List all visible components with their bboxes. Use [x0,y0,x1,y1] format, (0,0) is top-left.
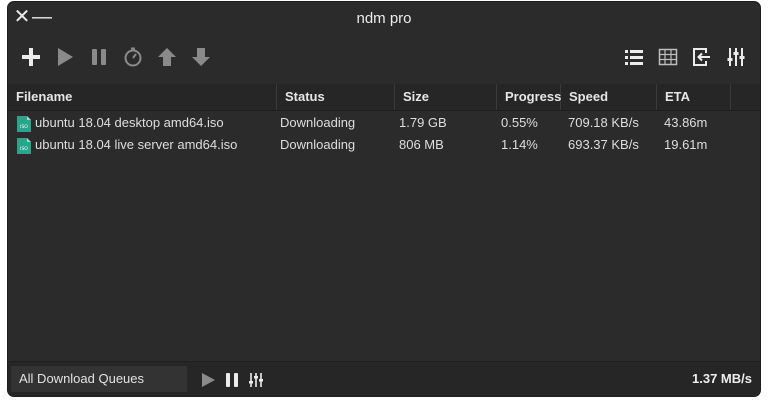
queue-pause-button[interactable] [223,371,241,389]
play-icon [202,373,215,387]
add-icon [22,48,40,66]
export-icon [693,48,710,66]
iso-file-icon: ISO [17,138,31,154]
row-size: 806 MB [399,137,444,152]
row-progress: 1.14% [501,137,538,152]
table-row[interactable]: ISO ubuntu 18.04 live server amd64.iso D… [8,134,760,156]
window-title: ndm pro [356,10,412,27]
row-speed: 709.18 KB/s [568,115,639,130]
grid-view-button[interactable] [655,44,681,70]
status-bar: All Download Queues 1.37 MB/s [8,361,760,396]
queue-settings-button[interactable] [247,371,265,389]
pause-button[interactable] [86,44,112,70]
pause-icon [226,373,238,387]
row-filename: ubuntu 18.04 live server amd64.iso [35,137,238,152]
column-header-extra [731,84,760,110]
move-down-button[interactable] [188,44,214,70]
move-up-button[interactable] [154,44,180,70]
row-eta: 19.61m [664,137,708,152]
column-header-eta[interactable]: ETA [657,84,731,110]
timer-icon [124,47,142,67]
move-up-icon [158,48,176,66]
row-status: Downloading [280,137,356,152]
column-header-status[interactable]: Status [277,84,395,110]
row-size: 1.79 GB [399,115,447,130]
play-icon [58,48,73,66]
svg-text:ISO: ISO [20,124,28,130]
svg-text:ISO: ISO [20,146,28,152]
iso-file-icon: ISO [17,116,31,132]
queue-start-button[interactable] [199,371,217,389]
settings-sliders-icon [727,48,745,66]
row-status: Downloading [280,115,356,130]
app-window: ✕ — ndm pro Filename Status Size Progres… [8,2,760,396]
column-header-speed[interactable]: Speed [561,84,657,110]
column-header-filename[interactable]: Filename [8,84,277,110]
toolbar [8,38,760,78]
column-header-progress[interactable]: Progress [497,84,561,110]
row-eta: 43.86m [664,115,708,130]
row-filename: ubuntu 18.04 desktop amd64.iso [35,115,224,130]
row-speed: 693.37 KB/s [568,137,639,152]
preferences-button[interactable] [723,44,749,70]
add-download-button[interactable] [18,44,44,70]
export-button[interactable] [689,44,715,70]
queue-selector[interactable]: All Download Queues [11,366,187,392]
column-header-size[interactable]: Size [395,84,497,110]
grid-view-icon [658,48,678,66]
scheduler-button[interactable] [120,44,146,70]
title-bar: ✕ — ndm pro [8,2,760,34]
list-view-button[interactable] [621,44,647,70]
settings-sliders-icon [249,373,263,387]
table-header: Filename Status Size Progress Speed ETA [8,84,760,111]
total-speed-readout: 1.37 MB/s [692,371,752,386]
pause-icon [92,49,106,65]
list-view-icon [625,50,643,65]
table-row[interactable]: ISO ubuntu 18.04 desktop amd64.iso Downl… [8,112,760,134]
row-progress: 0.55% [501,115,538,130]
resume-button[interactable] [52,44,78,70]
move-down-icon [192,48,210,66]
